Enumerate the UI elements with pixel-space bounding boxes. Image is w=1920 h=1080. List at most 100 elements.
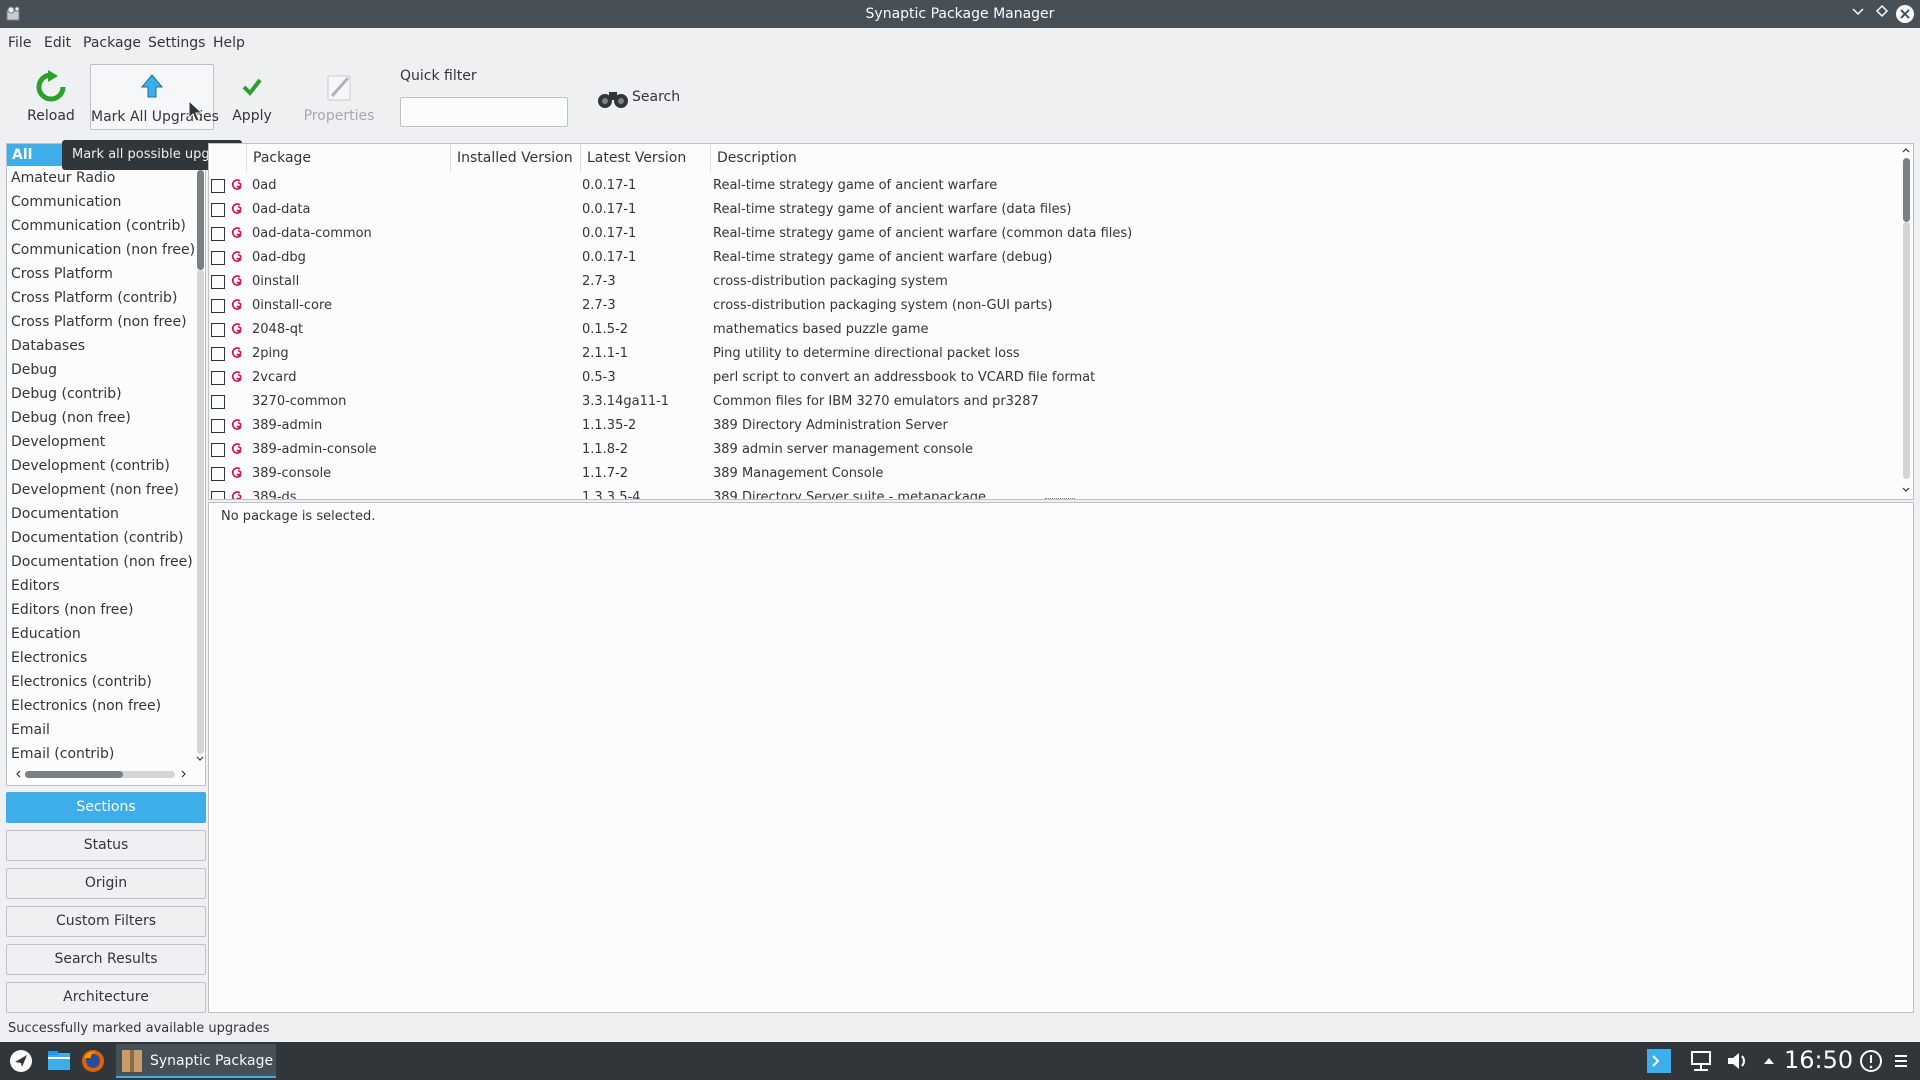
properties-button[interactable]: Properties [300,64,378,130]
package-list-scrollbar[interactable] [1899,144,1913,499]
table-row[interactable]: 0install 2.7-3 cross-distribution packagin… [209,270,1899,294]
table-row[interactable]: 2ping 2.1.1-1 Ping utility to determine di… [209,342,1899,366]
section-item[interactable]: Education [7,622,193,646]
install-checkbox[interactable] [211,371,225,385]
install-checkbox[interactable] [211,299,225,313]
menu-edit[interactable]: Edit [44,35,71,51]
table-row[interactable]: 389-admin 1.1.35-2 389 Directory Administr… [209,414,1899,438]
install-checkbox[interactable] [211,347,225,361]
section-item[interactable]: Debug (non free) [7,406,193,430]
install-checkbox[interactable] [211,467,225,481]
column-installed-version[interactable]: Installed Version [451,144,581,172]
table-row[interactable]: 389-admin-console 1.1.8-2 389 admin server… [209,438,1899,462]
section-item[interactable]: Cross Platform [7,262,193,286]
column-latest-version[interactable]: Latest Version [581,144,711,172]
section-item[interactable]: Cross Platform (contrib) [7,286,193,310]
table-row[interactable]: 2048-qt 0.1.5-2 mathematics based puzzle g… [209,318,1899,342]
menu-file[interactable]: File [8,35,31,51]
architecture-filter-button[interactable]: Architecture [6,982,206,1013]
section-item[interactable]: Development (contrib) [7,454,193,478]
package-scrollbar-thumb[interactable] [1903,158,1910,222]
install-checkbox[interactable] [211,179,225,193]
install-checkbox[interactable] [211,275,225,289]
all-sections-header[interactable]: All [7,144,67,166]
table-row[interactable]: 0ad-dbg 0.0.17-1 Real-time strategy game o… [209,246,1899,270]
table-row[interactable]: 0install-core 2.7-3 cross-distribution pac… [209,294,1899,318]
reload-button[interactable]: Reload [20,64,82,130]
chevron-down-icon[interactable] [1901,485,1911,495]
install-checkbox[interactable] [211,491,225,499]
close-icon[interactable] [1895,4,1915,24]
table-row[interactable]: 2vcard 0.5-3 perl script to convert an add… [209,366,1899,390]
section-item[interactable]: Electronics (contrib) [7,670,193,694]
section-item[interactable]: Debug (contrib) [7,382,193,406]
table-row[interactable]: 0ad 0.0.17-1 Real-time strategy game of an… [209,174,1899,198]
chevron-right-icon[interactable] [179,769,189,779]
volume-icon[interactable] [1724,1048,1750,1074]
section-item[interactable]: Editors (non free) [7,598,193,622]
section-item[interactable]: Communication (non free) [7,238,195,262]
network-icon[interactable] [1688,1048,1714,1074]
section-item[interactable]: Development [7,430,193,454]
section-item[interactable]: Debug [7,358,193,382]
pane-splitter-handle[interactable] [1045,498,1075,500]
section-item[interactable]: Development (non free) [7,478,193,502]
table-row[interactable]: 0ad-data 0.0.17-1 Real-time strategy game … [209,198,1899,222]
column-status[interactable] [209,144,247,172]
install-checkbox[interactable] [211,443,225,457]
search-button[interactable]: Search [594,84,680,114]
minimize-icon[interactable] [1848,4,1868,24]
install-checkbox[interactable] [211,251,225,265]
chevron-down-icon[interactable] [195,754,205,764]
search-results-button[interactable]: Search Results [6,944,206,975]
menu-help[interactable]: Help [213,35,245,51]
sections-vertical-scrollbar[interactable] [195,166,205,766]
firefox-icon[interactable] [80,1048,106,1074]
terminal-icon[interactable] [1646,1048,1672,1074]
tray-expand-icon[interactable] [1756,1048,1782,1074]
sections-hscroll-thumb[interactable] [25,771,123,778]
section-item[interactable]: Documentation (contrib) [7,526,193,550]
install-checkbox[interactable] [211,203,225,217]
column-package[interactable]: Package [247,144,451,172]
table-row[interactable]: 0ad-data-common 0.0.17-1 Real-time strateg… [209,222,1899,246]
section-item[interactable]: Electronics [7,646,193,670]
section-item[interactable]: Cross Platform (non free) [7,310,193,334]
sections-horizontal-scrollbar[interactable] [13,768,191,780]
column-description[interactable]: Description [711,144,1899,172]
section-item[interactable]: Communication [7,190,193,214]
section-item[interactable]: Documentation (non free) [7,550,193,574]
clock[interactable]: 16:50 [1784,1046,1853,1074]
install-checkbox[interactable] [211,395,225,409]
status-filter-button[interactable]: Status [6,830,206,861]
table-row[interactable]: 389-console 1.1.7-2 389 Management Console [209,462,1899,486]
maximize-icon[interactable] [1872,4,1892,24]
section-item[interactable]: Databases [7,334,193,358]
sections-scrollbar-thumb[interactable] [197,170,204,270]
custom-filters-button[interactable]: Custom Filters [6,906,206,937]
sections-scrollbar-track[interactable] [197,270,204,754]
file-manager-icon[interactable] [46,1048,72,1074]
menu-settings[interactable]: Settings [148,35,205,51]
section-item[interactable]: Documentation [7,502,193,526]
menu-package[interactable]: Package [83,35,141,51]
quick-filter-input[interactable] [400,97,568,127]
chevron-up-icon[interactable] [1901,145,1911,155]
install-checkbox[interactable] [211,323,225,337]
taskbar-synaptic-item[interactable]: Synaptic Package M [116,1044,276,1078]
section-item[interactable]: Editors [7,574,193,598]
sections-filter-button[interactable]: Sections [6,792,206,823]
application-launcher-icon[interactable] [8,1048,34,1074]
table-row[interactable]: 3270-common 3.3.14ga11-1 Common files for … [209,390,1899,414]
section-item[interactable]: Communication (contrib) [7,214,193,238]
origin-filter-button[interactable]: Origin [6,868,206,899]
section-item[interactable]: Electronics (non free) [7,694,193,718]
panel-menu-icon[interactable] [1888,1048,1914,1074]
package-scrollbar-track[interactable] [1903,222,1910,479]
install-checkbox[interactable] [211,227,225,241]
chevron-left-icon[interactable] [13,769,23,779]
section-item[interactable]: Email (contrib) [7,742,193,766]
notifications-icon[interactable] [1858,1048,1884,1074]
install-checkbox[interactable] [211,419,225,433]
apply-button[interactable]: Apply [222,64,282,130]
